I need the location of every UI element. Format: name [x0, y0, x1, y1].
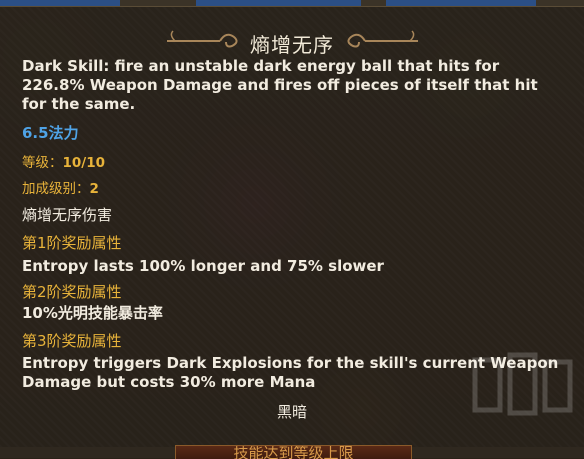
damage-type: 熵增无序伤害	[22, 206, 113, 224]
skill-level-label: 等级：	[22, 155, 63, 171]
bonus-level-label: 加成级别：	[22, 181, 90, 197]
max-level-button-label: 技能达到等级上限	[233, 445, 354, 459]
tier3-header: 第3阶奖励属性	[22, 332, 122, 350]
tooltip-header: 熵增无序	[0, 21, 584, 61]
bonus-level-value: 2	[89, 181, 99, 197]
tier1-text: Entropy lasts 100% longer and 75% slower	[22, 257, 384, 275]
skill-level-value: 10/10	[62, 155, 106, 171]
skill-title: 熵增无序	[250, 33, 334, 57]
watermark-logo-icon	[472, 352, 573, 416]
tier1-header: 第1阶奖励属性	[22, 234, 122, 252]
skill-description: Dark Skill: fire an unstable dark energy…	[22, 57, 538, 113]
scroll-ornament-right-icon	[347, 30, 418, 48]
tier2-text: 10%光明技能暴击率	[22, 304, 163, 322]
mana-cost: 6.5法力	[22, 124, 79, 142]
bonus-level-row: 加成级别：2	[22, 180, 562, 199]
skill-level-row: 等级：10/10	[22, 154, 562, 173]
tier2-header: 第2阶奖励属性	[22, 283, 122, 301]
max-level-button[interactable]: 技能达到等级上限	[175, 445, 412, 459]
